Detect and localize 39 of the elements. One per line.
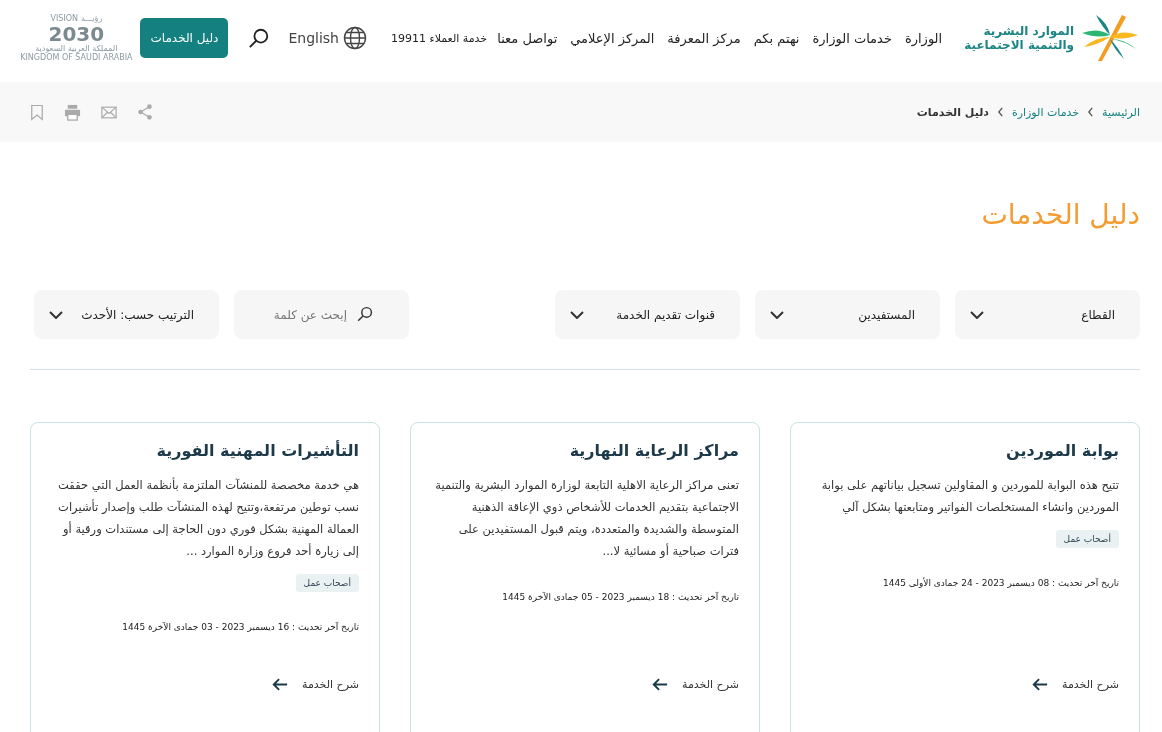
nav-link[interactable]: تواصل معنا: [497, 30, 558, 46]
nav-link[interactable]: نهتم بكم: [753, 30, 800, 46]
services-guide-button[interactable]: دليل الخدمات: [140, 18, 229, 58]
breadcrumb-link[interactable]: الرئيسية: [1102, 105, 1140, 119]
card-title: بوابة الموردين: [1006, 441, 1119, 460]
nav-link[interactable]: الوزارة: [904, 30, 943, 46]
breadcrumb-link[interactable]: خدمات الوزارة: [1011, 105, 1080, 119]
update-date: تاريخ آخر تحديث : 18 ديسمبر 2023 - 05 جمادى الآخرة 1445: [502, 592, 739, 602]
ministry-name: والتنمية الاجتماعية: [964, 38, 1074, 52]
filter-dropdown[interactable]: قنوات تقديم الخدمة: [555, 290, 740, 339]
customer-service-link[interactable]: خدمة العملاء 19911: [391, 31, 488, 45]
filter-dropdown[interactable]: الترتيب حسب: الأحدث: [34, 290, 219, 339]
page-title: دليل الخدمات: [980, 198, 1140, 233]
category-tag: أصحاب عمل: [295, 574, 359, 592]
nav-link[interactable]: المركز الإعلامي: [570, 30, 655, 46]
card-description: تعنى مراكز الرعاية الاهلية التابعة لوزارة الموارد البشرية والتنمية الاجتماعية بتقديم الخدمات للأشخاص ذوي الإعاقة الذهنية المتوسطة والشديدة والمتعددة، ويتم قبول المستفيدين على فترات صباحية أو مسائية لا...: [434, 477, 739, 560]
ministry-name: الموارد البشرية: [982, 24, 1074, 38]
search-field[interactable]: إبحث عن كلمة: [234, 290, 409, 339]
category-tag: أصحاب عمل: [1055, 530, 1119, 548]
vision-logo-text: المملكة العربية السعودية: [35, 44, 118, 54]
vision-logo-text: رؤيـــة: [81, 14, 103, 24]
service-details-link[interactable]: شرح الخدمة: [652, 678, 739, 691]
service-details-link[interactable]: شرح الخدمة: [272, 678, 359, 691]
filter-dropdown[interactable]: القطاع: [955, 290, 1140, 339]
vision-logo-year: 2030: [48, 24, 105, 44]
card-title: التأشيرات المهنية الفورية: [156, 441, 359, 460]
card-title: مراكز الرعاية النهارية: [569, 441, 739, 460]
breadcrumb-link[interactable]: دليل الخدمات: [916, 105, 989, 119]
service-details-link[interactable]: شرح الخدمة: [1032, 678, 1119, 691]
vision-logo-text: VISION: [50, 14, 78, 24]
language-link[interactable]: English: [288, 26, 367, 50]
card-description: تتيح هذه البوابة للموردين و المقاولين تسجيل بياناتهم على بوابة الموردين وانشاء المستخلصات الفواتير ومتابعتها بشكل آلي: [820, 477, 1119, 516]
nav-link[interactable]: خدمات الوزارة: [812, 30, 892, 46]
nav-link[interactable]: مركز المعرفة: [667, 30, 741, 46]
update-date: تاريخ آخر تحديث : 08 ديسمبر 2023 - 24 جمادى الأولى 1445: [882, 578, 1119, 588]
filter-dropdown[interactable]: المستفيدين: [755, 290, 940, 339]
card-description: هي خدمة مخصصة للمنشآت الملتزمة بأنظمة العمل التي حققت نسب توطين مرتفعة،وتتيح لهذه المنشآت طلب وإصدار تأشيرات العمالة المهنية بشكل فوري دون الحاجة إلى مستندات ورقية أو إلى زيارة أحد فروع وزارة الموارد ...: [57, 476, 359, 560]
vision-logo-text: KINGDOM OF SAUDI ARABIA: [20, 53, 133, 62]
update-date: تاريخ آخر تحديث : 16 ديسمبر 2023 - 03 جمادى الآخرة 1445: [122, 622, 359, 632]
